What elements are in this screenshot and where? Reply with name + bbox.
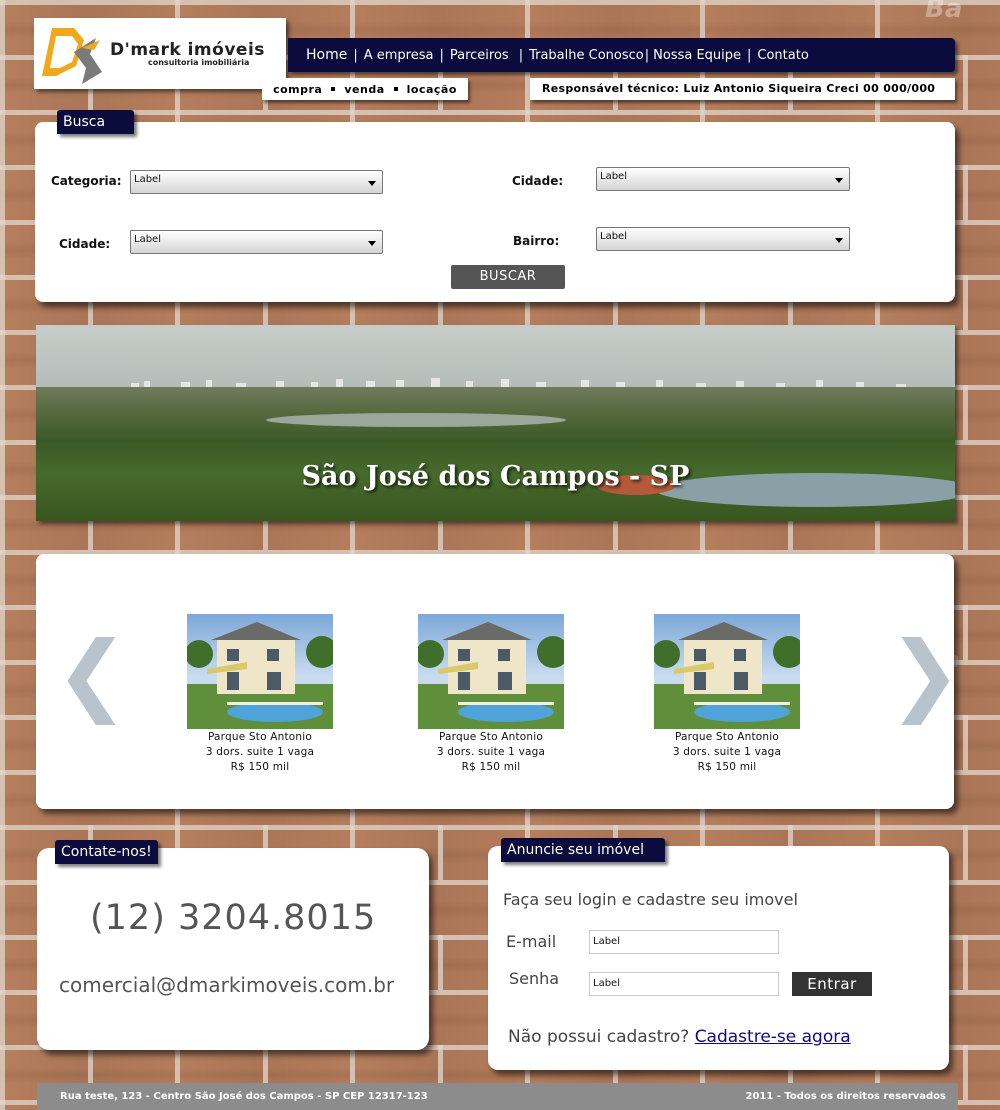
nav-separator: | (518, 47, 524, 63)
nav-home[interactable]: Home (306, 47, 347, 63)
logo-subtext: consultoria imobiliária (148, 58, 250, 67)
email-field-value: Label (593, 936, 620, 947)
watermark-top: Ba (925, 0, 963, 24)
advertise-panel: Faça seu login e cadastre seu imovel E-m… (488, 846, 949, 1070)
signup-link[interactable]: Cadastre-se agora (695, 1027, 851, 1047)
label-categoria: Categoria: (51, 174, 122, 188)
label-cidade: Cidade: (512, 174, 564, 188)
sub-nav: compra venda locação (262, 78, 468, 100)
nav-trabalhe-conosco[interactable]: Trabalhe Conosco (529, 48, 644, 63)
nav-parceiros[interactable]: Parceiros (450, 48, 509, 63)
nav-separator: | (439, 47, 444, 63)
subnav-locacao[interactable]: locação (407, 83, 457, 96)
advertise-title: Anuncie seu imóvel (501, 838, 665, 862)
chevron-down-icon (835, 238, 843, 243)
footer: Rua teste, 123 - Centro São José dos Cam… (37, 1083, 958, 1110)
listing-name: Parque Sto Antonio (438, 731, 544, 743)
select-bairro-value: Label (600, 231, 627, 242)
nav-separator: | (747, 47, 752, 63)
bullet (331, 87, 336, 91)
nav-nossa-equipe[interactable]: Nossa Equipe (653, 48, 741, 63)
footer-address: Rua teste, 123 - Centro São José dos Cam… (60, 1091, 428, 1102)
responsavel-tecnico: Responsável técnico: Luiz Antonio Siquei… (530, 78, 955, 100)
nav-contato[interactable]: Contato (757, 48, 808, 63)
no-account-text: Não possui cadastro? (508, 1027, 690, 1047)
label-cidade-2: Cidade: (59, 237, 111, 251)
select-cidade-2[interactable]: Label (130, 230, 383, 254)
contact-phone: (12) 3204.8015 (90, 898, 377, 938)
logo[interactable]: D'mark imóveis consultoria imobiliária (34, 18, 286, 89)
signup-prompt: Não possui cadastro? Cadastre-se agora (508, 1027, 851, 1047)
listing-price: R$ 150 mil (697, 761, 757, 773)
listing-price: R$ 150 mil (461, 761, 521, 773)
listing-name: Parque Sto Antonio (674, 731, 780, 743)
banner-field (266, 413, 566, 427)
listing-desc: 3 dors. suite 1 vaga (436, 746, 546, 758)
listing-card[interactable]: Parque Sto Antonio 3 dors. suite 1 vaga … (652, 614, 802, 774)
footer-rights: 2011 - Todos os direitos reservados (745, 1091, 946, 1102)
select-categoria-value: Label (134, 174, 161, 185)
contact-email[interactable]: comercial@dmarkimoveis.com.br (59, 973, 394, 997)
chevron-down-icon (835, 178, 843, 183)
chevron-down-icon (368, 181, 376, 186)
house-photo (654, 614, 800, 729)
password-field[interactable]: Label (589, 972, 779, 996)
select-cidade[interactable]: Label (596, 167, 850, 191)
search-title: Busca (57, 110, 134, 134)
email-field[interactable]: Label (589, 930, 779, 954)
email-label: E-mail (506, 932, 557, 951)
bullet (393, 87, 398, 91)
password-field-value: Label (593, 978, 620, 989)
nav-separator: | (353, 47, 358, 63)
contact-panel: (12) 3204.8015 comercial@dmarkimoveis.co… (37, 848, 429, 1050)
password-label: Senha (509, 969, 560, 988)
label-bairro: Bairro: (513, 234, 560, 248)
buscar-button[interactable]: BUSCAR (451, 265, 565, 289)
nav-a-empresa[interactable]: A empresa (364, 48, 434, 63)
chevron-down-icon (368, 241, 376, 246)
select-cidade-value: Label (600, 171, 627, 182)
main-nav: Home | A empresa | Parceiros | Trabalhe Con… (288, 38, 955, 72)
banner-title: São José dos Campos - SP (301, 461, 690, 492)
select-cidade-2-value: Label (134, 234, 161, 245)
subnav-venda[interactable]: venda (344, 83, 384, 96)
nav-separator: | (644, 47, 650, 63)
advertise-heading: Faça seu login e cadastre seu imovel (503, 890, 798, 909)
entrar-button[interactable]: Entrar (792, 972, 872, 996)
select-categoria[interactable]: Label (130, 170, 383, 194)
city-banner: São José dos Campos - SP (36, 325, 955, 521)
contact-title: Contate-nos! (55, 840, 158, 864)
listing-price: R$ 150 mil (230, 761, 290, 773)
listing-name: Parque Sto Antonio (207, 731, 313, 743)
listing-card[interactable]: Parque Sto Antonio 3 dors. suite 1 vaga … (185, 614, 335, 774)
listing-desc: 3 dors. suite 1 vaga (672, 746, 782, 758)
select-bairro[interactable]: Label (596, 227, 850, 251)
house-photo (418, 614, 564, 729)
subnav-compra[interactable]: compra (273, 83, 322, 96)
listing-card[interactable]: Parque Sto Antonio 3 dors. suite 1 vaga … (416, 614, 566, 774)
chevron-left-icon[interactable]: ❮ (55, 630, 129, 718)
chevron-right-icon[interactable]: ❯ (888, 630, 962, 718)
listing-desc: 3 dors. suite 1 vaga (205, 746, 315, 758)
house-photo (187, 614, 333, 729)
logo-text: D'mark imóveis (110, 40, 265, 60)
